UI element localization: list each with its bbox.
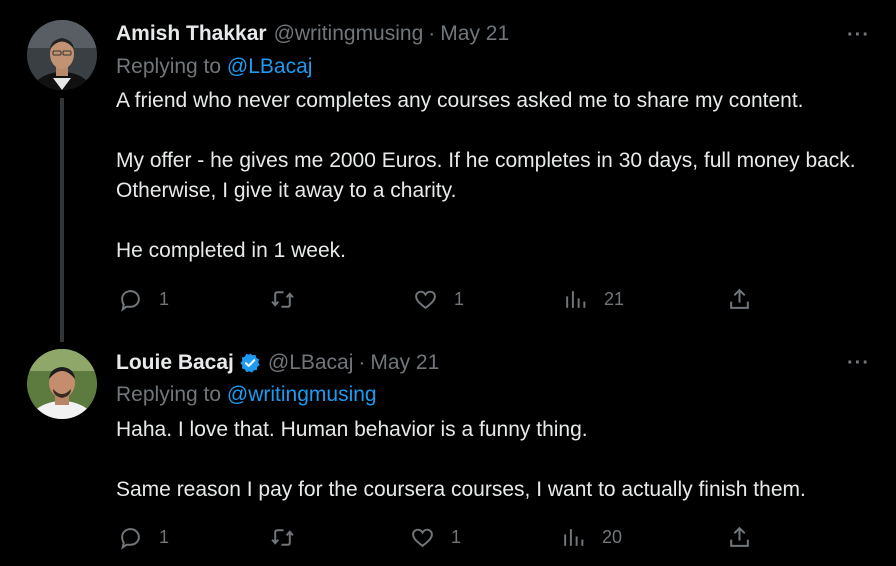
replying-prefix: Replying to [116,383,222,406]
tweet-header: Louie Bacaj @LBacaj · May 21 [116,350,439,376]
reply-count: 1 [159,288,170,309]
like-icon [415,290,436,309]
avatar-louie[interactable] [27,349,97,419]
share-icon [730,526,749,547]
separator-dot: · [428,22,436,45]
like-button[interactable]: 1 [410,522,461,552]
views-count: 21 [604,288,625,309]
author-handle[interactable]: @LBacaj [268,351,354,375]
more-icon[interactable]: ··· [847,25,870,45]
like-count: 1 [454,288,465,309]
tweet-header: Amish Thakkar @writingmusing · May 21 [116,21,509,47]
like-button[interactable]: 1 [413,284,464,314]
avatar-amish[interactable] [27,20,97,90]
tweet-date[interactable]: May 21 [440,22,509,46]
retweet-icon [271,290,294,308]
more-icon[interactable]: ··· [847,353,870,373]
retweet-button[interactable] [270,284,311,314]
share-icon [730,288,749,309]
author-handle[interactable]: @writingmusing [274,22,424,46]
retweet-button[interactable] [270,522,311,552]
tweet-paragraph: Same reason I pay for the coursera cours… [116,478,806,501]
replying-prefix: Replying to [116,55,222,78]
reply-icon [121,289,140,312]
tweet-paragraph: Haha. I love that. Human behavior is a f… [116,418,588,441]
views-icon [566,290,586,308]
tweet-paragraph: My offer - he gives me 2000 Euros. If he… [116,149,856,202]
tweet-actions: 1 1 20 [116,522,756,552]
tweet-actions: 1 1 21 [116,284,756,314]
tweet-paragraph: A friend who never completes any courses… [116,89,804,112]
avatar-louie-image [27,349,97,419]
like-icon [412,528,433,547]
tweet-text: Haha. I love that. Human behavior is a f… [116,415,876,505]
views-count: 20 [602,526,623,547]
author-name[interactable]: Louie Bacaj [116,351,234,375]
author-name[interactable]: Amish Thakkar [116,22,267,46]
tweet-date[interactable]: May 21 [370,351,439,375]
reply-icon [121,527,140,550]
replying-mention[interactable]: @writingmusing [227,383,377,406]
avatar-amish-image [27,20,97,90]
replying-to: Replying to @writingmusing [116,383,377,407]
reply-button[interactable]: 1 [118,284,169,314]
like-count: 1 [451,526,462,547]
replying-mention[interactable]: @LBacaj [227,55,313,78]
reply-count: 1 [159,526,170,547]
share-button[interactable] [727,522,752,552]
retweet-icon [271,528,294,546]
views-icon [564,528,584,546]
verified-badge-icon [240,353,260,373]
tweet-text: A friend who never completes any courses… [116,86,876,266]
replying-to: Replying to @LBacaj [116,55,312,79]
reply-button[interactable]: 1 [118,522,169,552]
tweet-paragraph: He completed in 1 week. [116,239,346,262]
views-button[interactable]: 21 [563,284,624,314]
share-button[interactable] [727,284,752,314]
views-button[interactable]: 20 [561,522,622,552]
thread-connector-line [60,98,64,342]
separator-dot: · [358,351,366,374]
